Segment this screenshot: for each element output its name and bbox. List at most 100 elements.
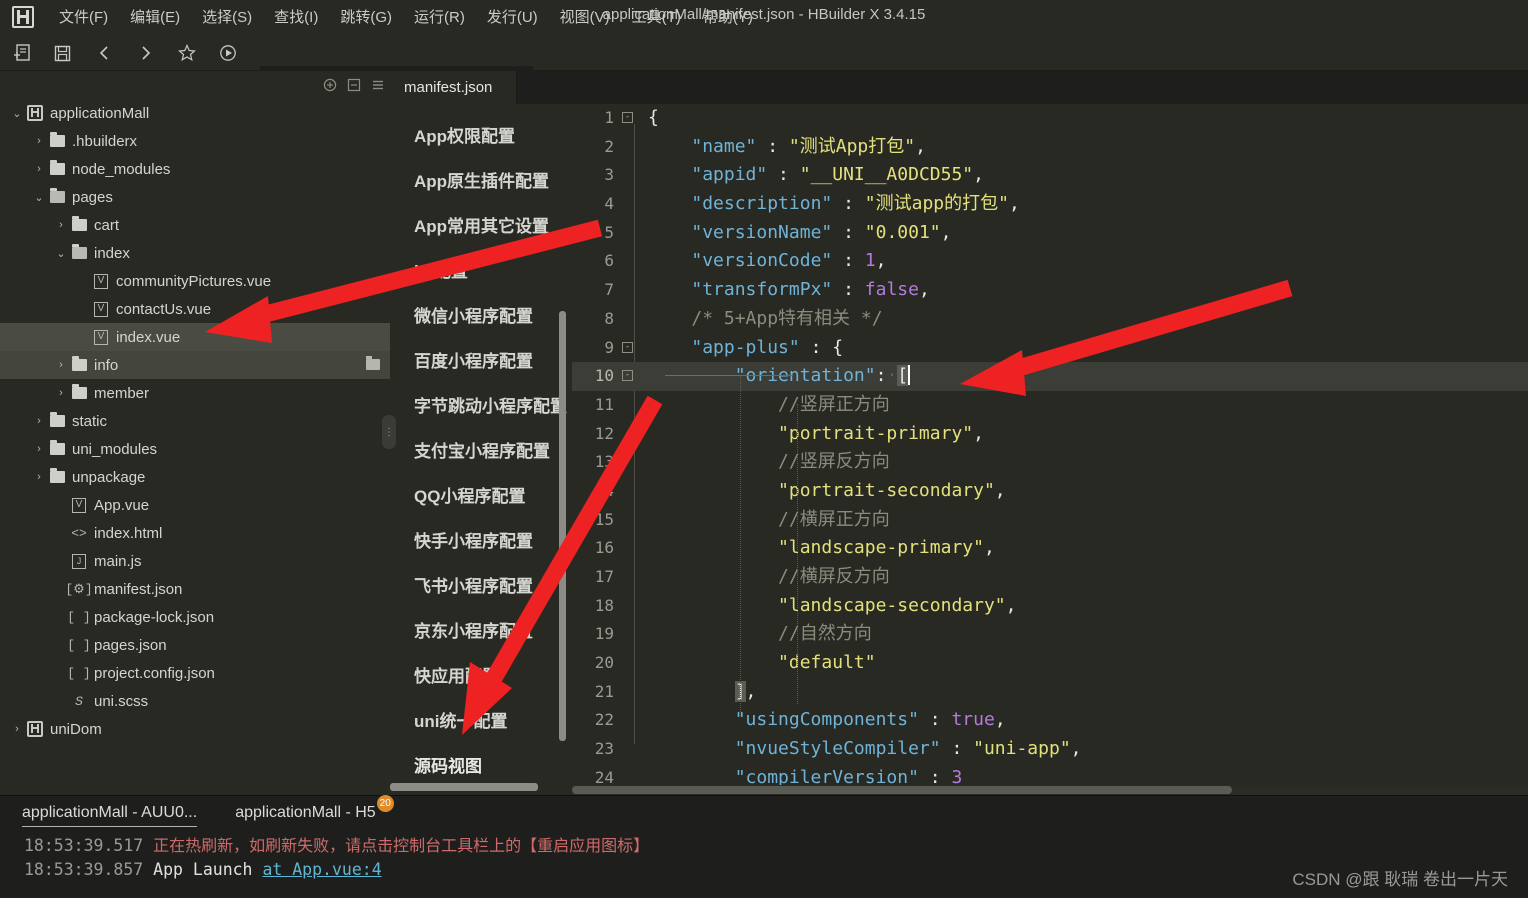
tree-item-applicationmall[interactable]: ⌄ applicationMall (0, 99, 390, 127)
tree-item-index-vue[interactable]: Vindex.vue (0, 323, 390, 351)
menu-publish[interactable]: 发行(U) (476, 2, 549, 31)
config-item-14[interactable]: 源码视图 (390, 742, 572, 787)
code-line-8[interactable]: 8 /* 5+App特有相关 */ (572, 305, 1528, 334)
tree-item-static[interactable]: › static (0, 407, 390, 435)
disclosure-arrow-icon[interactable]: › (54, 219, 68, 231)
console-tab-1[interactable]: applicationMall - H5 20 (235, 795, 394, 826)
tree-item--hbuilderx[interactable]: › .hbuilderx (0, 127, 390, 155)
config-item-1[interactable]: App原生插件配置 (390, 157, 572, 202)
disclosure-arrow-icon[interactable]: › (54, 387, 68, 399)
code-line-21[interactable]: 21 ], (572, 678, 1528, 707)
tree-item-node-modules[interactable]: › node_modules (0, 155, 390, 183)
config-item-10[interactable]: 飞书小程序配置 (390, 562, 572, 607)
config-item-11[interactable]: 京东小程序配置 (390, 607, 572, 652)
back-icon[interactable] (93, 41, 117, 65)
tree-item-unidom[interactable]: › uniDom (0, 715, 390, 743)
tree-item-index-html[interactable]: <> index.html (0, 519, 390, 547)
code-line-18[interactable]: 18 "landscape-secondary", (572, 592, 1528, 621)
config-item-13[interactable]: uni统一配置 (390, 697, 572, 742)
tree-item-uni-scss[interactable]: Suni.scss (0, 687, 390, 715)
menu-view[interactable]: 视图(V) (549, 2, 621, 31)
menu-tools[interactable]: 工具(T) (621, 2, 692, 31)
code-line-3[interactable]: 3 "appid" : "__UNI__A0DCD55", (572, 161, 1528, 190)
code-line-2[interactable]: 2 "name" : "测试App打包", (572, 133, 1528, 162)
forward-icon[interactable] (133, 41, 157, 65)
scrollbar-thumb[interactable] (572, 786, 1232, 794)
tree-item-index[interactable]: ⌄ index (0, 239, 390, 267)
code-line-10[interactable]: 10- "orientation":·[ (572, 362, 1528, 391)
menu-find[interactable]: 查找(I) (263, 2, 329, 31)
config-item-5[interactable]: 百度小程序配置 (390, 337, 572, 382)
tree-item-info[interactable]: › info (0, 351, 390, 379)
tree-item-member[interactable]: › member (0, 379, 390, 407)
code-line-23[interactable]: 23 "nvueStyleCompiler" : "uni-app", (572, 735, 1528, 764)
save-icon[interactable] (50, 41, 74, 65)
editor-horizontal-scrollbar[interactable] (572, 785, 1528, 795)
run-icon[interactable] (216, 41, 240, 65)
menu-help[interactable]: 帮助(Y) (692, 2, 764, 31)
new-file-icon[interactable] (10, 41, 34, 65)
menu-edit[interactable]: 编辑(E) (119, 2, 191, 31)
tree-item-main-js[interactable]: Jmain.js (0, 547, 390, 575)
config-item-4[interactable]: 微信小程序配置 (390, 292, 572, 337)
disclosure-arrow-icon[interactable]: ⌄ (10, 107, 24, 120)
tree-item-communitypictures-vue[interactable]: VcommunityPictures.vue (0, 267, 390, 295)
disclosure-arrow-icon[interactable]: › (54, 359, 68, 371)
tab-manifest-json[interactable]: manifest.json (390, 71, 518, 104)
config-item-2[interactable]: App常用其它设置 (390, 202, 572, 247)
tree-item-contactus-vue[interactable]: VcontactUs.vue (0, 295, 390, 323)
config-item-12[interactable]: 快应用配置 (390, 652, 572, 697)
config-item-8[interactable]: QQ小程序配置 (390, 472, 572, 517)
menu-select[interactable]: 选择(S) (191, 2, 263, 31)
tree-item-cart[interactable]: › cart (0, 211, 390, 239)
fold-toggle-icon[interactable]: - (622, 112, 633, 123)
disclosure-arrow-icon[interactable]: › (32, 163, 46, 175)
config-vertical-scrollbar[interactable] (559, 311, 566, 741)
code-line-11[interactable]: 11 //竖屏正方向 (572, 391, 1528, 420)
code-editor[interactable]: 1-{2 "name" : "测试App打包", 3 "appid" : "__U… (572, 104, 1528, 795)
tree-item-unpackage[interactable]: › unpackage (0, 463, 390, 491)
config-item-0[interactable]: App权限配置 (390, 112, 572, 157)
tree-item-app-vue[interactable]: V App.vue (0, 491, 390, 519)
menu-file[interactable]: 文件(F) (48, 2, 119, 31)
disclosure-arrow-icon[interactable]: › (32, 415, 46, 427)
tree-item-uni-modules[interactable]: › uni_modules (0, 435, 390, 463)
disclosure-arrow-icon[interactable]: › (10, 723, 24, 735)
log-link[interactable]: at App.vue:4 (262, 860, 381, 879)
star-icon[interactable] (175, 41, 199, 65)
tree-item-project-config-json[interactable]: [ ] project.config.json (0, 659, 390, 687)
code-line-19[interactable]: 19 //自然方向 (572, 620, 1528, 649)
code-line-7[interactable]: 7 "transformPx" : false, (572, 276, 1528, 305)
menu-icon[interactable] (370, 77, 386, 93)
config-horizontal-scrollbar[interactable] (390, 783, 538, 791)
code-content[interactable]: 1-{2 "name" : "测试App打包", 3 "appid" : "__U… (572, 104, 1528, 795)
disclosure-arrow-icon[interactable]: › (32, 471, 46, 483)
code-line-14[interactable]: 14 "portrait-secondary", (572, 477, 1528, 506)
code-line-4[interactable]: 4 "description" : "测试app的打包", (572, 190, 1528, 219)
panel-resize-handle[interactable]: ⋮ (382, 415, 396, 449)
fold-toggle-icon[interactable]: - (622, 341, 633, 353)
config-item-7[interactable]: 支付宝小程序配置 (390, 427, 572, 472)
code-line-17[interactable]: 17 //横屏反方向 (572, 563, 1528, 592)
code-line-5[interactable]: 5 "versionName" : "0.001", (572, 219, 1528, 248)
config-item-9[interactable]: 快手小程序配置 (390, 517, 572, 562)
code-line-1[interactable]: 1- { (572, 104, 1528, 133)
fold-toggle-icon[interactable]: - (622, 370, 633, 382)
menu-run[interactable]: 运行(R) (403, 2, 476, 31)
code-line-22[interactable]: 22 "usingComponents" : true, (572, 706, 1528, 735)
config-item-6[interactable]: 字节跳动小程序配置 (390, 382, 572, 427)
code-line-9[interactable]: 9- "app-plus" : { (572, 334, 1528, 363)
tree-item-package-lock-json[interactable]: [ ] package-lock.json (0, 603, 390, 631)
config-item-3[interactable]: h5配置 (390, 247, 572, 292)
tree-item-pages-json[interactable]: [ ] pages.json (0, 631, 390, 659)
disclosure-arrow-icon[interactable]: › (32, 135, 46, 147)
code-line-13[interactable]: 13 //竖屏反方向 (572, 448, 1528, 477)
code-line-15[interactable]: 15 //横屏正方向 (572, 506, 1528, 535)
code-line-20[interactable]: 20 "default" (572, 649, 1528, 678)
collapse-icon[interactable] (346, 77, 362, 93)
new-folder-icon[interactable] (366, 356, 380, 370)
code-line-12[interactable]: 12 "portrait-primary", (572, 420, 1528, 449)
code-line-6[interactable]: 6 "versionCode" : 1, (572, 247, 1528, 276)
code-line-16[interactable]: 16 "landscape-primary", (572, 534, 1528, 563)
disclosure-arrow-icon[interactable]: › (32, 443, 46, 455)
